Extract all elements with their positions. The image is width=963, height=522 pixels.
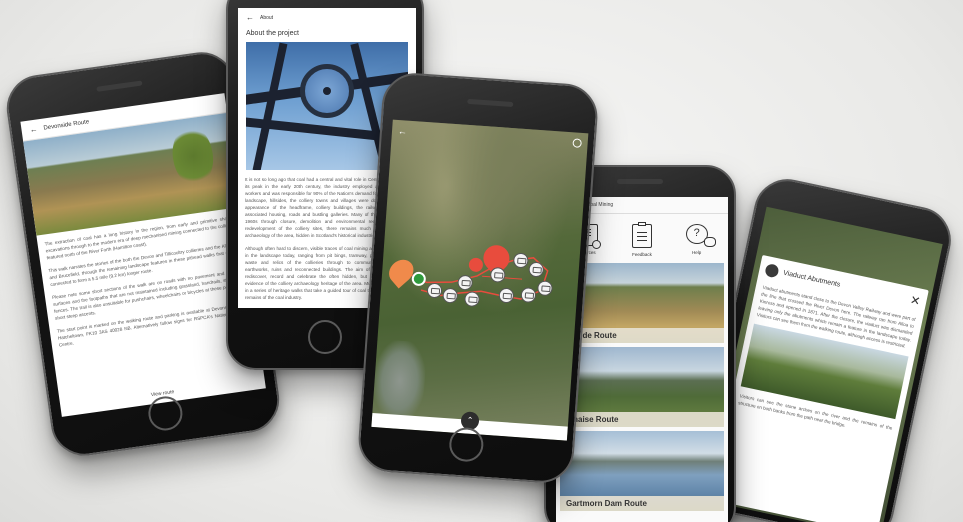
screen-header: ← About	[238, 8, 416, 27]
route-label: hmaise Route	[560, 412, 724, 427]
route-card-muckhart[interactable]: hmaise Route	[560, 347, 724, 427]
phone-speaker	[96, 80, 143, 92]
clipboard-icon	[631, 222, 652, 248]
back-arrow-icon[interactable]: ←	[29, 124, 38, 134]
route-label: onside Route	[560, 328, 724, 343]
town-area	[371, 339, 428, 423]
screen-map: ← ⌃	[371, 119, 589, 441]
phone-map: ← ⌃	[356, 70, 600, 486]
phone-speaker	[467, 98, 514, 108]
help-label: Help	[692, 250, 702, 255]
info-card: Viaduct Abutments ✕ Viaduct abutments st…	[710, 254, 929, 522]
help-chat-icon: ?	[685, 224, 716, 247]
feedback-label: Feedback	[632, 252, 652, 257]
card-title: Viaduct Abutments	[782, 269, 841, 289]
page-title: About the project	[246, 30, 299, 37]
route-label: Gartmorn Dam Route	[560, 496, 724, 511]
screen-viaduct: Viaduct Abutments ✕ Viaduct abutments st…	[704, 206, 943, 522]
feedback-button[interactable]: Feedback	[622, 222, 662, 257]
phone-speaker	[617, 179, 663, 184]
site-logo-icon	[764, 262, 780, 278]
screen-title: Devonside Route	[43, 118, 90, 132]
home-button[interactable]	[308, 320, 342, 354]
close-icon[interactable]: ✕	[909, 293, 922, 309]
back-label: About	[260, 14, 274, 21]
route-card-gartmorn[interactable]: Gartmorn Dam Route	[560, 431, 724, 511]
back-arrow-icon[interactable]: ←	[246, 13, 254, 22]
help-button[interactable]: ? Help	[677, 224, 717, 257]
